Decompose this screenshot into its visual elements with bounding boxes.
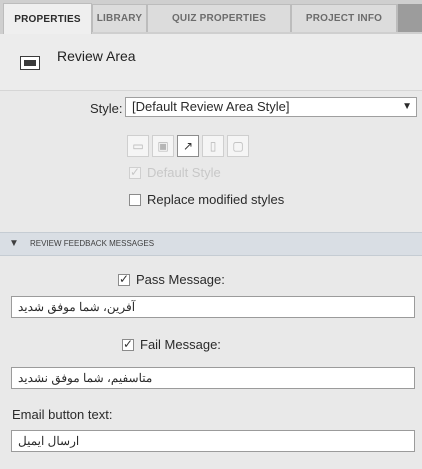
email-button-input[interactable]: ارسال ایمیل xyxy=(11,430,415,452)
pass-message-value: آفرین، شما موفق شدید xyxy=(18,300,136,314)
tab-bar: PROPERTIES LIBRARY QUIZ PROPERTIES PROJE… xyxy=(0,0,422,35)
new-style-icon[interactable]: ▭ xyxy=(127,135,149,157)
tab-library[interactable]: LIBRARY xyxy=(92,4,147,32)
style-toolbar: ▭ ▣ ↗ ▯ ▢ xyxy=(127,135,249,159)
fail-message-input[interactable]: متاسفیم، شما موفق نشدید xyxy=(11,367,415,389)
section-title: REVIEW FEEDBACK MESSAGES xyxy=(30,239,155,248)
default-style-checkbox[interactable] xyxy=(129,165,141,179)
style-dropdown[interactable]: [Default Review Area Style] ▼ xyxy=(125,97,417,117)
review-area-icon xyxy=(20,56,40,70)
tab-project-info[interactable]: PROJECT INFO xyxy=(291,4,397,32)
copy-style-icon[interactable]: ▯ xyxy=(202,135,224,157)
fail-message-option: Fail Message: xyxy=(122,337,221,352)
collapse-triangle-icon: ▼ xyxy=(9,238,19,249)
tab-properties[interactable]: PROPERTIES xyxy=(3,3,92,34)
pass-message-input[interactable]: آفرین، شما موفق شدید xyxy=(11,296,415,318)
default-style-option: Default Style xyxy=(129,165,221,180)
default-style-label: Default Style xyxy=(147,165,221,180)
pass-message-option: Pass Message: xyxy=(118,272,225,287)
tab-label: PROPERTIES xyxy=(14,13,81,25)
review-area-header: Review Area xyxy=(0,34,422,91)
replace-styles-checkbox[interactable] xyxy=(129,193,141,206)
page-title: Review Area xyxy=(57,48,136,64)
replace-styles-option: Replace modified styles xyxy=(129,192,284,207)
save-style-icon[interactable]: ▣ xyxy=(152,135,174,157)
edit-style-icon[interactable]: ↗ xyxy=(177,135,199,157)
style-section: Style: [Default Review Area Style] ▼ ▭ ▣… xyxy=(0,95,422,235)
fail-message-checkbox[interactable] xyxy=(122,337,134,351)
tab-overflow[interactable] xyxy=(397,4,422,32)
delete-style-icon[interactable]: ▢ xyxy=(227,135,249,157)
tab-label: LIBRARY xyxy=(96,13,143,24)
email-button-label: Email button text: xyxy=(12,407,113,422)
style-label: Style: xyxy=(90,101,123,116)
tab-label: PROJECT INFO xyxy=(305,13,383,24)
review-feedback-section-header[interactable]: ▼ REVIEW FEEDBACK MESSAGES xyxy=(0,232,422,256)
pass-message-checkbox[interactable] xyxy=(118,272,130,286)
replace-styles-label: Replace modified styles xyxy=(147,192,285,207)
chevron-down-icon: ▼ xyxy=(402,101,412,112)
fail-message-label: Fail Message: xyxy=(140,337,221,352)
tab-quiz-properties[interactable]: QUIZ PROPERTIES xyxy=(147,4,291,32)
tab-label: QUIZ PROPERTIES xyxy=(171,13,267,24)
fail-message-value: متاسفیم، شما موفق نشدید xyxy=(18,371,153,385)
email-button-value: ارسال ایمیل xyxy=(18,434,80,448)
pass-message-label: Pass Message: xyxy=(136,272,225,287)
style-dropdown-value: [Default Review Area Style] xyxy=(132,99,290,114)
